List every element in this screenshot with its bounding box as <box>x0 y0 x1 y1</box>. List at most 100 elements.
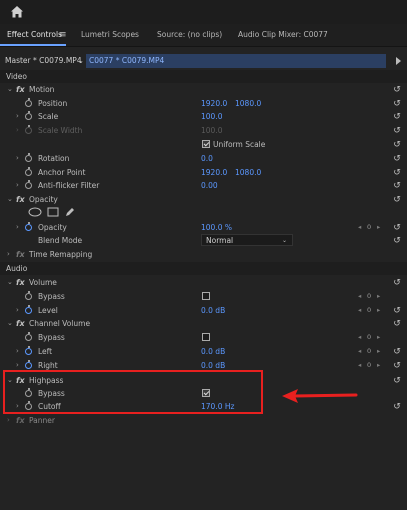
prev-keyframe-icon[interactable]: ◂ <box>358 290 361 303</box>
chevron-right-icon[interactable]: › <box>16 345 19 358</box>
tab-audio-clip-mixer[interactable]: Audio Clip Mixer: C0077 <box>238 24 328 46</box>
chevron-right-icon[interactable]: › <box>16 304 19 317</box>
stopwatch-icon[interactable] <box>25 346 32 355</box>
channel-volume-effect-row[interactable]: ⌄ fx Channel Volume ↺ <box>0 317 407 330</box>
chevron-right-icon[interactable]: › <box>16 221 19 234</box>
fx-icon[interactable]: fx <box>16 193 25 206</box>
home-icon[interactable] <box>10 5 24 19</box>
next-keyframe-icon[interactable]: ▸ <box>377 221 380 234</box>
reset-icon[interactable]: ↺ <box>392 278 402 288</box>
reset-icon[interactable]: ↺ <box>392 376 402 386</box>
keyframe-value[interactable]: 0 <box>367 304 371 317</box>
keyframe-value[interactable]: 0 <box>367 221 371 234</box>
reset-icon[interactable]: ↺ <box>392 347 402 357</box>
rotation-value[interactable]: 0.0 <box>201 152 213 165</box>
panner-effect-row[interactable]: › fx Panner <box>0 414 407 427</box>
stopwatch-icon[interactable] <box>25 180 32 189</box>
uniform-scale-checkbox[interactable] <box>202 140 210 148</box>
fx-icon[interactable]: fx <box>16 248 25 261</box>
reset-icon[interactable]: ↺ <box>392 181 402 191</box>
stopwatch-icon[interactable] <box>25 305 32 314</box>
scale-value[interactable]: 100.0 <box>201 110 222 123</box>
stopwatch-icon[interactable] <box>25 98 32 107</box>
stopwatch-icon[interactable] <box>25 153 32 162</box>
stopwatch-icon[interactable] <box>25 332 32 341</box>
chevron-right-icon[interactable]: › <box>16 179 19 192</box>
reset-icon[interactable]: ↺ <box>392 99 402 109</box>
channel-bypass-label: Bypass <box>38 333 65 342</box>
reset-icon[interactable]: ↺ <box>392 361 402 371</box>
volume-bypass-checkbox[interactable] <box>202 292 210 300</box>
prev-keyframe-icon[interactable]: ◂ <box>358 345 361 358</box>
fx-icon[interactable]: fx <box>16 276 25 289</box>
chevron-right-icon[interactable]: › <box>7 248 10 261</box>
play-triangle-icon[interactable] <box>396 57 401 65</box>
channel-bypass-checkbox[interactable] <box>202 333 210 341</box>
tab-source[interactable]: Source: (no clips) <box>157 24 222 46</box>
stopwatch-icon[interactable] <box>25 222 32 231</box>
anchor-y-value[interactable]: 1080.0 <box>235 166 261 179</box>
keyframe-value[interactable]: 0 <box>367 290 371 303</box>
chevron-right-icon[interactable]: › <box>7 414 10 427</box>
position-y-value[interactable]: 1080.0 <box>235 97 261 110</box>
stopwatch-icon[interactable] <box>25 167 32 176</box>
anchor-x-value[interactable]: 1920.0 <box>201 166 227 179</box>
volume-level-value[interactable]: 0.0 dB <box>201 304 225 317</box>
volume-effect-row[interactable]: ⌄ fx Volume ↺ <box>0 276 407 289</box>
fx-icon[interactable]: fx <box>16 83 25 96</box>
prev-keyframe-icon[interactable]: ◂ <box>358 359 361 372</box>
keyframe-value[interactable]: 0 <box>367 331 371 344</box>
anti-flicker-value[interactable]: 0.00 <box>201 179 218 192</box>
reset-icon[interactable]: ↺ <box>392 306 402 316</box>
chevron-down-icon[interactable]: ⌄ <box>7 317 13 330</box>
motion-effect-row[interactable]: ⌄ fx Motion ↺ <box>0 83 407 96</box>
chevron-down-icon[interactable]: ⌄ <box>7 193 13 206</box>
keyframe-value[interactable]: 0 <box>367 345 371 358</box>
chevron-right-icon[interactable]: › <box>16 110 19 123</box>
reset-icon[interactable]: ↺ <box>392 140 402 150</box>
reset-icon[interactable]: ↺ <box>392 154 402 164</box>
reset-icon[interactable]: ↺ <box>392 126 402 136</box>
fx-icon[interactable]: fx <box>16 317 25 330</box>
reset-icon[interactable]: ↺ <box>392 402 402 412</box>
master-clip-label[interactable]: Master * C0079.MP4 <box>5 54 82 68</box>
next-keyframe-icon[interactable]: ▸ <box>377 331 380 344</box>
position-x-value[interactable]: 1920.0 <box>201 97 227 110</box>
ellipse-mask-icon[interactable] <box>28 207 42 217</box>
sequence-clip-label[interactable]: C0077 * C0079.MP4 <box>89 54 164 68</box>
prev-keyframe-icon[interactable]: ◂ <box>358 331 361 344</box>
chevron-down-icon[interactable]: ⌄ <box>7 276 13 289</box>
channel-left-row: › Left 0.0 dB ◂ 0 ▸ ↺ <box>0 345 407 358</box>
chevron-down-icon[interactable]: ⌄ <box>78 54 84 68</box>
reset-icon[interactable]: ↺ <box>392 195 402 205</box>
chevron-down-icon[interactable]: ⌄ <box>7 83 13 96</box>
next-keyframe-icon[interactable]: ▸ <box>377 290 380 303</box>
pen-mask-icon[interactable] <box>64 207 76 217</box>
reset-icon[interactable]: ↺ <box>392 319 402 329</box>
prev-keyframe-icon[interactable]: ◂ <box>358 221 361 234</box>
fx-icon[interactable]: fx <box>16 414 25 427</box>
chevron-right-icon[interactable]: › <box>16 152 19 165</box>
reset-icon[interactable]: ↺ <box>392 236 402 246</box>
next-keyframe-icon[interactable]: ▸ <box>377 345 380 358</box>
reset-icon[interactable]: ↺ <box>392 85 402 95</box>
stopwatch-icon[interactable] <box>25 111 32 120</box>
blend-mode-dropdown[interactable]: Normal ⌄ <box>201 234 293 246</box>
keyframe-value[interactable]: 0 <box>367 359 371 372</box>
stopwatch-icon[interactable] <box>25 291 32 300</box>
stopwatch-icon[interactable] <box>25 360 32 369</box>
time-remapping-row[interactable]: › fx Time Remapping <box>0 248 407 261</box>
tab-lumetri-scopes[interactable]: Lumetri Scopes <box>81 24 139 46</box>
opacity-value[interactable]: 100.0 % <box>201 221 232 234</box>
rectangle-mask-icon[interactable] <box>47 207 59 217</box>
prev-keyframe-icon[interactable]: ◂ <box>358 304 361 317</box>
next-keyframe-icon[interactable]: ▸ <box>377 304 380 317</box>
reset-icon[interactable]: ↺ <box>392 223 402 233</box>
tab-effect-controls[interactable]: Effect Controls <box>7 24 62 46</box>
reset-icon[interactable]: ↺ <box>392 168 402 178</box>
next-keyframe-icon[interactable]: ▸ <box>377 359 380 372</box>
reset-icon[interactable]: ↺ <box>392 112 402 122</box>
opacity-effect-row[interactable]: ⌄ fx Opacity ↺ <box>0 193 407 206</box>
panel-menu-icon[interactable]: ≡ <box>59 24 67 46</box>
channel-left-value[interactable]: 0.0 dB <box>201 345 225 358</box>
